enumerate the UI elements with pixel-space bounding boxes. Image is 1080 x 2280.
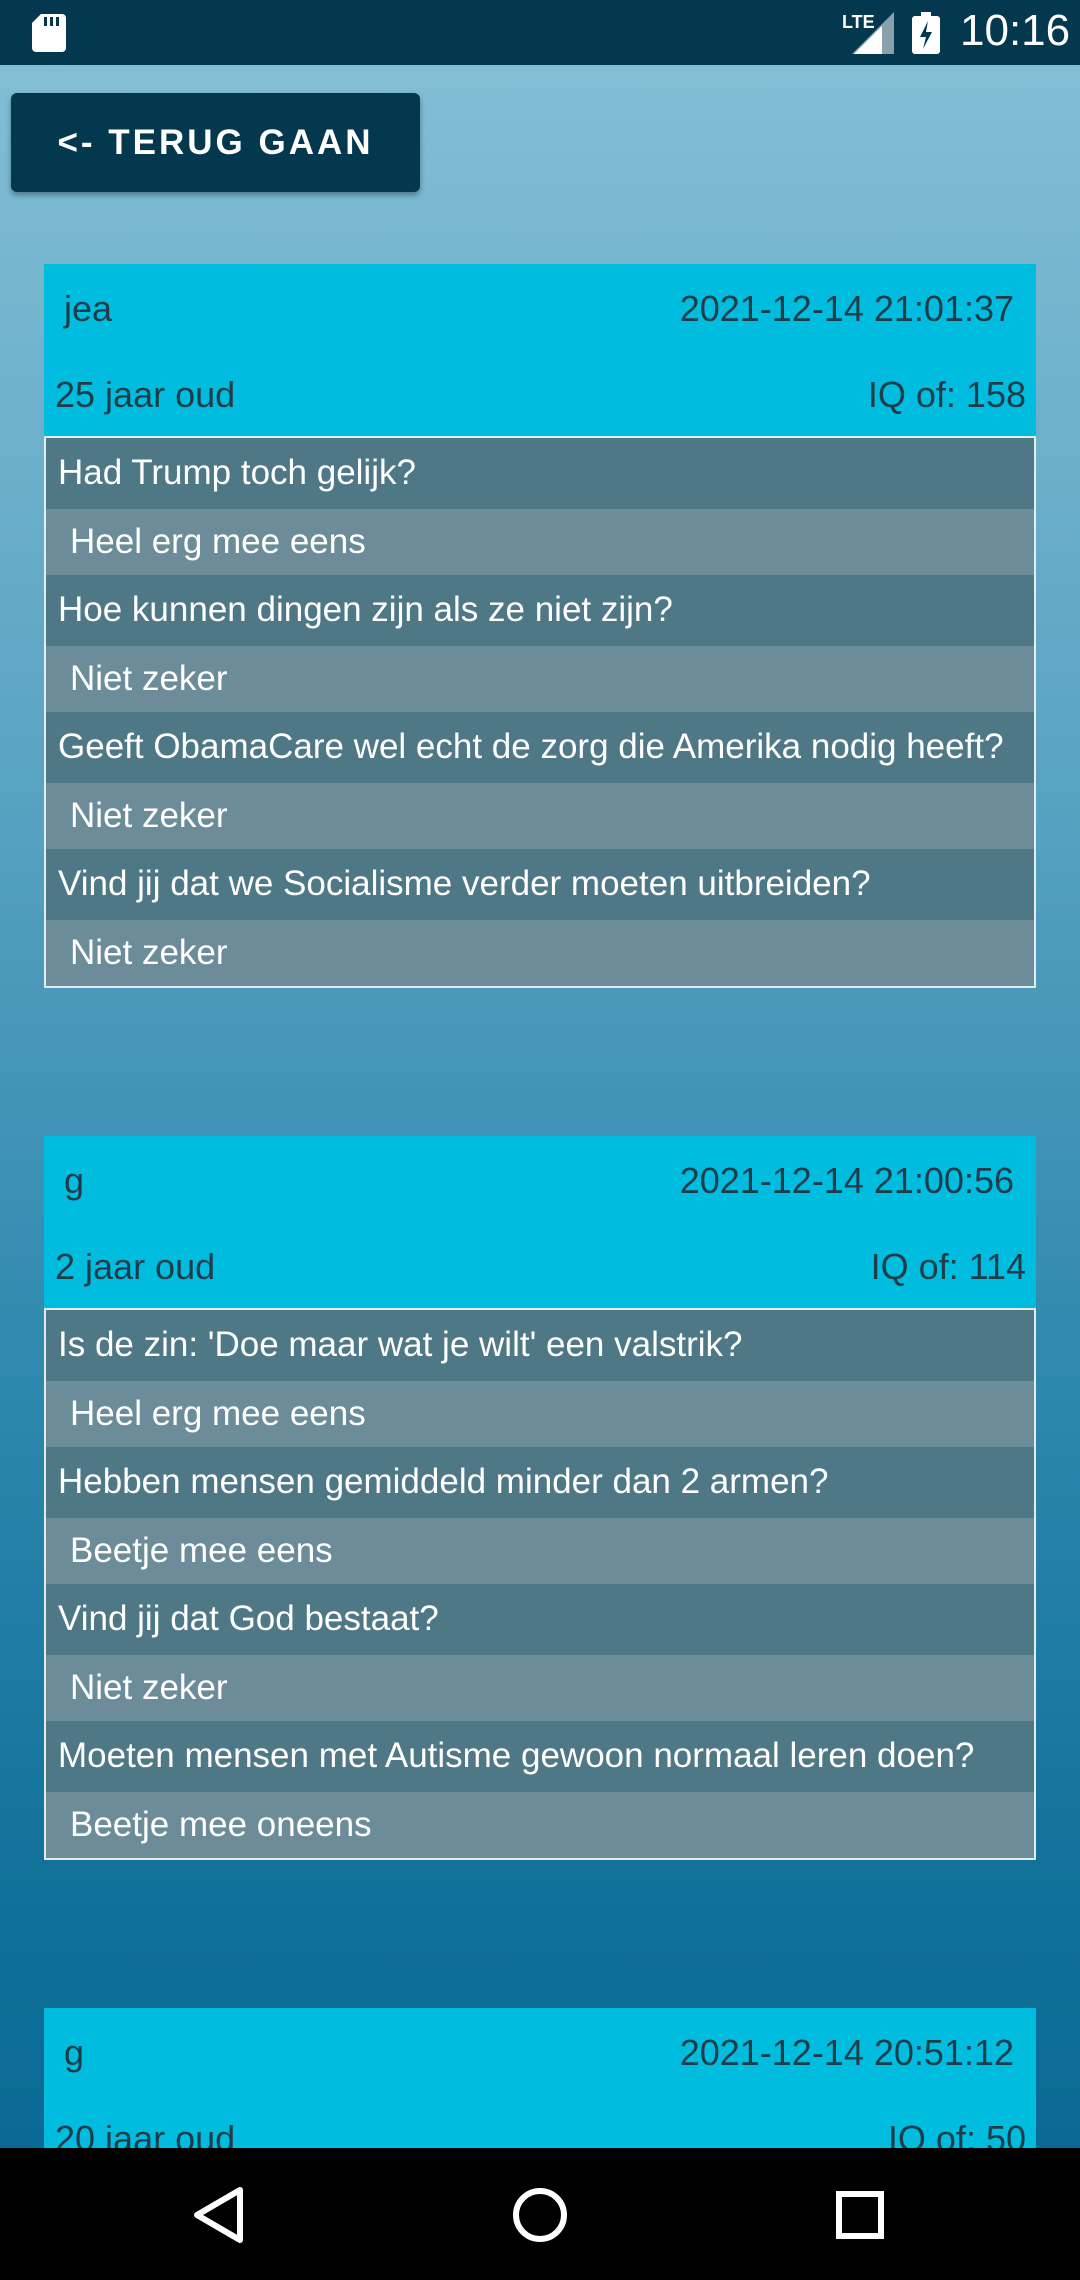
back-triangle-icon[interactable] (185, 2180, 255, 2250)
status-bar: LTE 10:16 (0, 0, 1080, 65)
user-name: g (64, 1160, 85, 1201)
iq-label: IQ of: 114 (870, 1246, 1026, 1287)
question: Hebben mensen gemiddeld minder dan 2 arm… (46, 1447, 1034, 1518)
result-card: g 2021-12-14 21:00:56 2 jaar oud IQ of: … (44, 1136, 1036, 1860)
age-label: 25 jaar oud (55, 374, 236, 415)
question: Had Trump toch gelijk? (46, 438, 1034, 509)
question: Vind jij dat we Socialisme verder moeten… (46, 849, 1034, 920)
user-name: g (64, 2032, 85, 2073)
back-button[interactable]: <- TERUG GAAN (11, 93, 420, 192)
sd-card-icon (32, 14, 66, 52)
question: Moeten mensen met Autisme gewoon normaal… (46, 1721, 1034, 1792)
clock: 10:16 (960, 6, 1071, 55)
answer: Niet zeker (46, 920, 1034, 986)
answer: Beetje mee eens (46, 1518, 1034, 1584)
question: Hoe kunnen dingen zijn als ze niet zijn? (46, 575, 1034, 646)
battery-charging-icon (912, 12, 940, 54)
timestamp: 2021-12-14 20:51:12 (679, 2032, 1014, 2073)
answer: Niet zeker (46, 646, 1034, 712)
home-circle-icon[interactable] (505, 2180, 575, 2250)
question: Vind jij dat God bestaat? (46, 1584, 1034, 1655)
question: Is de zin: 'Doe maar wat je wilt' een va… (46, 1310, 1034, 1381)
recents-square-icon[interactable] (825, 2180, 895, 2250)
result-card: jea 2021-12-14 21:01:37 25 jaar oud IQ o… (44, 264, 1036, 988)
user-name: jea (64, 288, 113, 329)
timestamp: 2021-12-14 21:01:37 (679, 288, 1014, 329)
iq-label: IQ of: 158 (867, 374, 1026, 415)
answer: Niet zeker (46, 1655, 1034, 1721)
answer: Heel erg mee eens (46, 1381, 1034, 1447)
qa-list: Is de zin: 'Doe maar wat je wilt' een va… (44, 1308, 1036, 1860)
timestamp: 2021-12-14 21:00:56 (679, 1160, 1014, 1201)
signal-icon (852, 12, 894, 54)
answer: Heel erg mee eens (46, 509, 1034, 575)
question: Geeft ObamaCare wel echt de zorg die Ame… (46, 712, 1034, 783)
card-header: jea 2021-12-14 21:01:37 25 jaar oud IQ o… (44, 264, 1036, 436)
navigation-bar (0, 2148, 1080, 2280)
card-header: g 2021-12-14 21:00:56 2 jaar oud IQ of: … (44, 1136, 1036, 1308)
answer: Beetje mee oneens (46, 1792, 1034, 1858)
age-label: 2 jaar oud (55, 1246, 216, 1287)
answer: Niet zeker (46, 783, 1034, 849)
qa-list: Had Trump toch gelijk? Heel erg mee eens… (44, 436, 1036, 988)
